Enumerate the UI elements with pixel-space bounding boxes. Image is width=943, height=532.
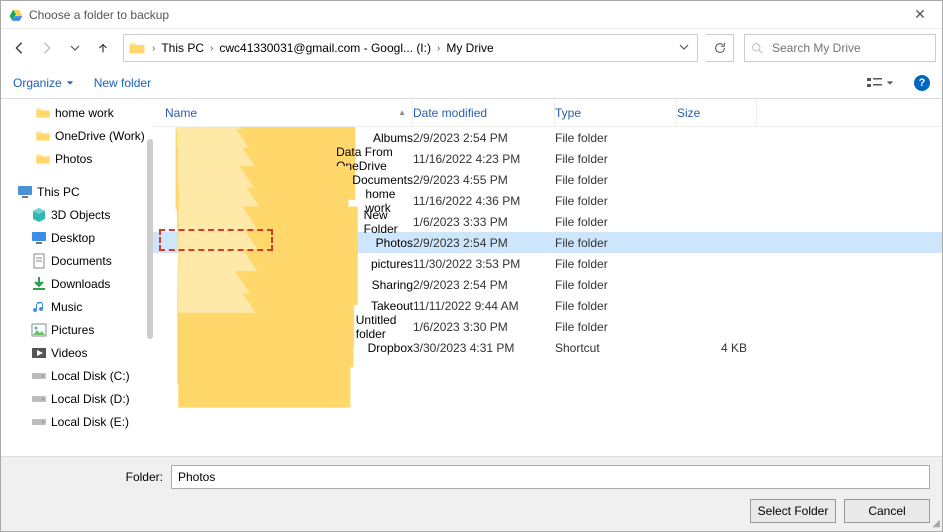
dialog-footer: Folder: Select Folder Cancel xyxy=(1,456,942,531)
navigation-bar: › This PC › cwc41330031@gmail.com - Goog… xyxy=(1,29,942,67)
sidebar-item[interactable]: Photos xyxy=(1,147,153,170)
column-header-date[interactable]: Date modified xyxy=(413,99,555,126)
breadcrumb-item[interactable]: cwc41330031@gmail.com - Googl... (I:) xyxy=(215,41,435,55)
sidebar-item[interactable]: OneDrive (Work) xyxy=(1,124,153,147)
view-options-button[interactable] xyxy=(866,76,894,90)
file-date: 11/16/2022 4:23 PM xyxy=(413,152,555,166)
address-bar[interactable]: › This PC › cwc41330031@gmail.com - Goog… xyxy=(123,34,698,62)
google-drive-icon xyxy=(9,8,23,22)
file-type: File folder xyxy=(555,152,677,166)
recent-locations-dropdown[interactable] xyxy=(63,36,87,60)
file-type: File folder xyxy=(555,194,677,208)
window-title: Choose a folder to backup xyxy=(29,8,906,22)
organize-menu[interactable]: Organize xyxy=(13,76,74,90)
sidebar-item[interactable]: Local Disk (D:) xyxy=(1,387,153,410)
file-type: File folder xyxy=(555,278,677,292)
file-date: 2/9/2023 2:54 PM xyxy=(413,131,555,145)
sidebar-item[interactable]: Local Disk (C:) xyxy=(1,364,153,387)
column-header-name[interactable]: Name▲ xyxy=(153,99,413,126)
search-box[interactable] xyxy=(744,34,936,62)
file-type: File folder xyxy=(555,131,677,145)
file-date: 11/30/2022 3:53 PM xyxy=(413,257,555,271)
file-date: 1/6/2023 3:33 PM xyxy=(413,215,555,229)
file-type: File folder xyxy=(555,299,677,313)
column-header-type[interactable]: Type xyxy=(555,99,677,126)
sidebar-item[interactable]: Documents xyxy=(1,249,153,272)
sidebar-item[interactable]: Music xyxy=(1,295,153,318)
refresh-button[interactable] xyxy=(706,34,734,62)
new-folder-button[interactable]: New folder xyxy=(94,76,151,90)
forward-button[interactable] xyxy=(35,36,59,60)
file-date: 11/16/2022 4:36 PM xyxy=(413,194,555,208)
file-date: 2/9/2023 2:54 PM xyxy=(413,236,555,250)
up-button[interactable] xyxy=(91,36,115,60)
navigation-tree[interactable]: home workOneDrive (Work)Photos This PC3D … xyxy=(1,99,153,456)
search-input[interactable] xyxy=(770,40,929,56)
search-icon xyxy=(751,42,764,55)
file-size: 4 KB xyxy=(677,341,757,355)
folder-icon xyxy=(128,39,146,57)
titlebar: Choose a folder to backup ✕ xyxy=(1,1,942,29)
close-button[interactable]: ✕ xyxy=(906,6,934,23)
file-name: Dropbox xyxy=(368,341,413,355)
folder-field-label: Folder: xyxy=(13,470,163,484)
sidebar-item[interactable]: Desktop xyxy=(1,226,153,249)
file-type: File folder xyxy=(555,173,677,187)
sidebar-item[interactable]: home work xyxy=(1,101,153,124)
sidebar-item[interactable]: 3D Objects xyxy=(1,203,153,226)
folder-picker-dialog: Choose a folder to backup ✕ › This PC › … xyxy=(0,0,943,532)
toolbar: Organize New folder ? xyxy=(1,67,942,99)
address-dropdown[interactable] xyxy=(675,41,693,55)
file-list[interactable]: Albums2/9/2023 2:54 PMFile folderData Fr… xyxy=(153,127,942,456)
file-date: 11/11/2022 9:44 AM xyxy=(413,299,555,313)
file-date: 1/6/2023 3:30 PM xyxy=(413,320,555,334)
sidebar-item[interactable]: Local Disk (E:) xyxy=(1,410,153,433)
file-type: File folder xyxy=(555,320,677,334)
resize-grip-icon[interactable]: ◢ xyxy=(932,518,940,529)
column-header-size[interactable]: Size xyxy=(677,99,757,126)
file-type: File folder xyxy=(555,215,677,229)
sidebar-item[interactable]: Pictures xyxy=(1,318,153,341)
file-date: 2/9/2023 4:55 PM xyxy=(413,173,555,187)
column-headers: Name▲ Date modified Type Size xyxy=(153,99,942,127)
sidebar-item[interactable]: Videos xyxy=(1,341,153,364)
breadcrumb-item[interactable]: My Drive xyxy=(442,41,497,55)
sidebar-item[interactable]: Downloads xyxy=(1,272,153,295)
back-button[interactable] xyxy=(7,36,31,60)
file-date: 3/30/2023 4:31 PM xyxy=(413,341,555,355)
file-type: File folder xyxy=(555,257,677,271)
breadcrumb-item[interactable]: This PC xyxy=(157,41,208,55)
main-area: home workOneDrive (Work)Photos This PC3D … xyxy=(1,99,942,456)
file-row[interactable]: Dropbox3/30/2023 4:31 PMShortcut4 KB xyxy=(153,337,942,358)
file-list-pane: Name▲ Date modified Type Size Albums2/9/… xyxy=(153,99,942,456)
file-type: File folder xyxy=(555,236,677,250)
folder-field-input[interactable] xyxy=(171,465,930,489)
help-button[interactable]: ? xyxy=(914,75,930,91)
sort-indicator-icon: ▲ xyxy=(398,108,406,117)
sidebar-section-thispc[interactable]: This PC xyxy=(1,180,153,203)
select-folder-button[interactable]: Select Folder xyxy=(750,499,836,523)
file-date: 2/9/2023 2:54 PM xyxy=(413,278,555,292)
cancel-button[interactable]: Cancel xyxy=(844,499,930,523)
file-type: Shortcut xyxy=(555,341,677,355)
